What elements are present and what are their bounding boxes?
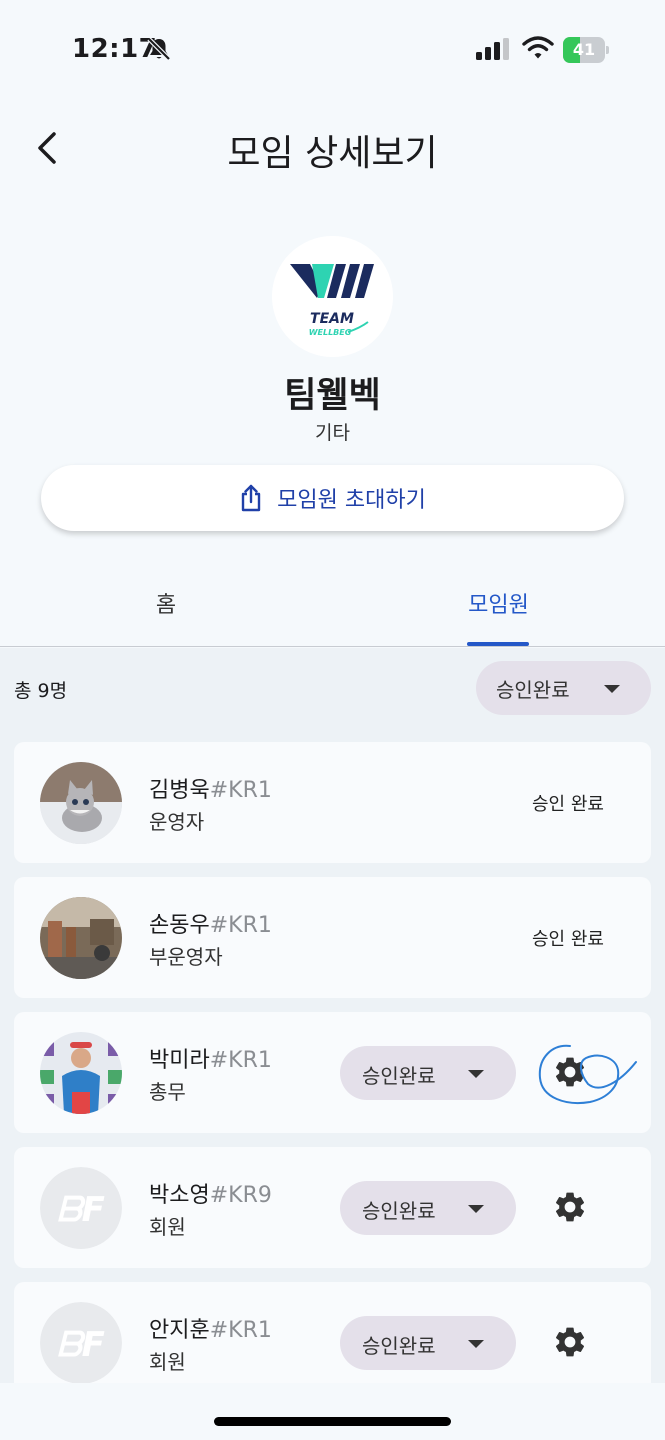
member-status-dropdown[interactable]: 승인완료 [340, 1316, 516, 1370]
member-role: 총무 [149, 1080, 186, 1104]
member-card[interactable]: ᗷF 박소영#KR9 회원 승인완료 [14, 1147, 651, 1268]
svg-text:ᗷF: ᗷF [57, 1325, 105, 1365]
svg-text:ᗷF: ᗷF [57, 1190, 105, 1230]
member-list: 총 9명 승인완료 김병욱#KR1 운영자 승인 완료 손동우#KR1 부운영자… [0, 648, 665, 1383]
chevron-down-icon [604, 685, 620, 693]
member-total-count: 총 9명 [14, 680, 68, 702]
member-tag: #KR1 [209, 778, 272, 803]
member-status-value: 승인완료 [362, 1064, 436, 1088]
member-status-dropdown[interactable]: 승인완료 [340, 1181, 516, 1235]
member-tag: #KR9 [209, 1183, 272, 1208]
status-bar: 12:17 41 [0, 0, 665, 100]
member-status: 승인 완료 [532, 929, 604, 950]
member-name-line: 김병욱#KR1 [149, 772, 272, 804]
tab-bar: 홈 모임원 [0, 560, 665, 647]
chevron-down-icon [468, 1205, 484, 1213]
svg-text:WELLBEG: WELLBEG [309, 328, 352, 337]
share-icon [241, 484, 261, 512]
member-card[interactable]: 박미라#KR1 총무 승인완료 [14, 1012, 651, 1133]
member-status-value: 승인완료 [362, 1334, 436, 1358]
tab-home[interactable]: 홈 [0, 560, 332, 646]
tab-members[interactable]: 모임원 [332, 560, 665, 646]
avatar [40, 762, 122, 844]
avatar [40, 897, 122, 979]
member-status-value: 승인완료 [362, 1199, 436, 1223]
battery-icon: 41 [563, 37, 609, 63]
group-name: 팀웰벡 [284, 376, 381, 416]
group-logo: TEAM WELLBEG [272, 236, 393, 357]
member-card[interactable]: ᗷF 안지훈#KR1 회원 승인완료 [14, 1282, 651, 1383]
member-name: 안지훈 [149, 1318, 210, 1343]
avatar: ᗷF [40, 1167, 122, 1249]
active-tab-indicator [467, 642, 529, 646]
bell-slash-icon [147, 37, 171, 61]
invite-members-button[interactable]: 모임원 초대하기 [41, 465, 624, 531]
svg-text:TEAM: TEAM [310, 311, 354, 327]
member-name-line: 박소영#KR9 [149, 1177, 272, 1209]
nav-header: 모임 상세보기 [0, 110, 665, 185]
gear-icon[interactable] [552, 1189, 588, 1225]
chevron-down-icon [468, 1340, 484, 1348]
member-card[interactable]: 손동우#KR1 부운영자 승인 완료 [14, 877, 651, 998]
home-indicator [214, 1417, 451, 1426]
group-category: 기타 [315, 422, 350, 444]
member-role: 운영자 [149, 810, 205, 834]
member-name-line: 안지훈#KR1 [149, 1312, 272, 1344]
member-card[interactable]: 김병욱#KR1 운영자 승인 완료 [14, 742, 651, 863]
page-title: 모임 상세보기 [227, 133, 438, 174]
member-name: 손동우 [149, 913, 210, 938]
gear-icon[interactable] [552, 1324, 588, 1360]
avatar: ᗷF [40, 1302, 122, 1383]
cellular-signal-icon [476, 38, 509, 60]
chevron-down-icon [468, 1070, 484, 1078]
battery-percent: 41 [572, 40, 596, 59]
approval-filter-dropdown[interactable]: 승인완료 [476, 661, 651, 715]
member-name: 박미라 [149, 1048, 210, 1073]
avatar [40, 1032, 122, 1114]
invite-members-label: 모임원 초대하기 [277, 488, 426, 513]
member-tag: #KR1 [209, 1048, 272, 1073]
member-status: 승인 완료 [532, 794, 604, 815]
member-name-line: 손동우#KR1 [149, 907, 272, 939]
member-name-line: 박미라#KR1 [149, 1042, 272, 1074]
status-time: 12:17 [72, 34, 158, 64]
approval-filter-value: 승인완료 [496, 677, 570, 702]
member-role: 부운영자 [149, 945, 223, 969]
scribble-annotation [538, 1044, 637, 1104]
member-tag: #KR1 [209, 1318, 272, 1343]
member-name: 박소영 [149, 1183, 210, 1208]
member-name: 김병욱 [149, 778, 210, 803]
member-tag: #KR1 [209, 913, 272, 938]
member-status-dropdown[interactable]: 승인완료 [340, 1046, 516, 1100]
member-role: 회원 [149, 1215, 186, 1239]
wifi-icon [522, 36, 554, 59]
member-role: 회원 [149, 1350, 186, 1374]
